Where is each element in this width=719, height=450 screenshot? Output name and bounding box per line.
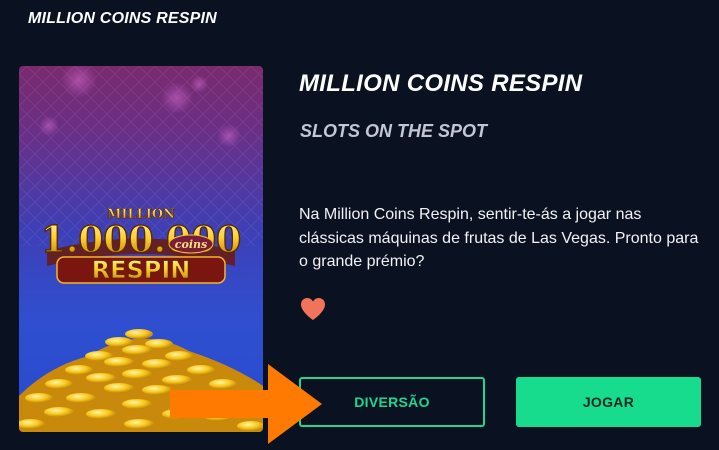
play-button[interactable]: JOGAR <box>516 377 701 427</box>
heart-icon <box>301 298 325 320</box>
logo-respin-text: RESPIN <box>92 256 191 284</box>
game-title: MILLION COINS RESPIN <box>299 70 583 97</box>
game-provider[interactable]: SLOTS ON THE SPOT <box>300 121 487 142</box>
logo-coins-text: coins <box>175 238 207 251</box>
favorite-button[interactable] <box>300 297 326 321</box>
arrow-right-icon <box>170 364 322 444</box>
game-logo: MILLION 1.000.000 coins RESPIN <box>40 207 242 285</box>
page-header-title: MILLION COINS RESPIN <box>28 10 217 27</box>
pointer-arrow <box>170 364 330 444</box>
game-description: Na Million Coins Respin, sentir-te-ás a … <box>299 206 699 270</box>
